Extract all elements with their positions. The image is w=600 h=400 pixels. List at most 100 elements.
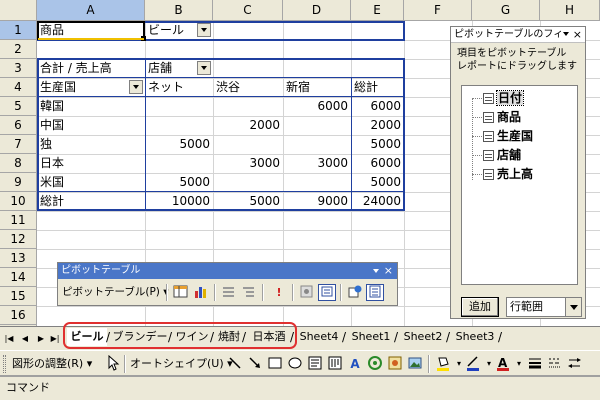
column-header-b[interactable]: B (145, 0, 213, 21)
field-list-close-icon[interactable]: × (573, 27, 582, 43)
cell-e5[interactable]: 6000 (352, 97, 403, 116)
column-header-h[interactable]: H (540, 0, 600, 21)
row-header-9[interactable]: 9 (0, 173, 37, 192)
cell-a3[interactable]: 合計 / 売上高 (38, 59, 144, 78)
row-header-1[interactable]: 1 (0, 21, 37, 40)
cell-c10[interactable]: 5000 (214, 192, 282, 211)
clip-art-icon[interactable] (386, 355, 404, 373)
column-header-f[interactable]: F (404, 0, 472, 21)
cell-a4[interactable]: 生産国 (38, 78, 128, 97)
field-settings-icon[interactable] (298, 284, 316, 301)
dash-style-icon[interactable] (546, 355, 564, 373)
diagram-icon[interactable] (366, 355, 384, 373)
drawing-toolbar[interactable]: 図形の調整(R) ▾ オートシェイプ(U) ▾ A ▾ ▾ A ▾ (0, 350, 600, 376)
row-header-14[interactable]: 14 (0, 268, 37, 287)
cell-b9[interactable]: 5000 (146, 173, 212, 192)
page-field-dropdown[interactable] (197, 23, 211, 37)
pivot-table-menu[interactable]: ピボットテーブル(P) ▾ (62, 284, 169, 301)
cell-b7[interactable]: 5000 (146, 135, 212, 154)
cell-e7[interactable]: 5000 (352, 135, 403, 154)
cell-a10[interactable]: 総計 (38, 192, 144, 211)
pivot-toolbar[interactable]: ピボットテーブル × ピボットテーブル(P) ▾ ! (57, 262, 398, 306)
field-list-toggle-icon[interactable] (366, 284, 384, 301)
cell-a6[interactable]: 中国 (38, 116, 144, 135)
cell-d10[interactable]: 9000 (284, 192, 350, 211)
area-select-dropdown-icon[interactable] (565, 298, 581, 316)
row-header-12[interactable]: 12 (0, 230, 37, 249)
cell-b4[interactable]: ネット (146, 78, 212, 97)
cell-c6[interactable]: 2000 (214, 116, 282, 135)
cell-b3[interactable]: 店舗 (146, 59, 196, 78)
insert-picture-icon[interactable] (406, 355, 424, 373)
pivot-toolbar-close-icon[interactable]: × (384, 263, 393, 279)
row-header-4[interactable]: 4 (0, 78, 37, 97)
last-sheet-icon[interactable]: ▶| (50, 333, 60, 345)
next-sheet-icon[interactable]: ▶ (36, 333, 46, 345)
oval-icon[interactable] (286, 355, 304, 373)
row-header-5[interactable]: 5 (0, 97, 37, 116)
pivot-toolbar-options-icon[interactable] (373, 269, 379, 273)
field-item-date[interactable]: 日付 (472, 89, 525, 107)
column-header-c[interactable]: C (213, 0, 283, 21)
pivot-field-list-pane[interactable]: ピボットテーブルのフィ × 項目をピボットテーブル レポートにドラッグします 日… (450, 26, 586, 319)
cell-d5[interactable]: 6000 (284, 97, 350, 116)
toolbar-grip[interactable] (3, 355, 6, 373)
column-header-e[interactable]: E (351, 0, 404, 21)
row-header-11[interactable]: 11 (0, 211, 37, 230)
row-header-2[interactable]: 2 (0, 40, 37, 59)
tab-sheet3[interactable]: Sheet3 (451, 328, 499, 346)
cell-d4[interactable]: 新宿 (284, 78, 350, 97)
cell-b10[interactable]: 10000 (146, 192, 212, 211)
cell-a9[interactable]: 米国 (38, 173, 144, 192)
vertical-text-box-icon[interactable] (326, 355, 344, 373)
column-header-d[interactable]: D (283, 0, 351, 21)
show-field-list-icon[interactable] (318, 284, 336, 301)
cell-a7[interactable]: 独 (38, 135, 144, 154)
include-hidden-items-icon[interactable] (346, 284, 364, 301)
format-report-icon[interactable] (172, 284, 190, 301)
area-select[interactable]: 行範囲 (506, 297, 582, 317)
prev-sheet-icon[interactable]: ◀ (20, 333, 30, 345)
row-header-10[interactable]: 10 (0, 192, 37, 211)
field-item-country[interactable]: 生産国 (472, 127, 533, 145)
cell-e10[interactable]: 24000 (352, 192, 403, 211)
field-list-options-icon[interactable] (563, 32, 569, 36)
row-header-3[interactable]: 3 (0, 59, 37, 78)
field-list-titlebar[interactable]: ピボットテーブルのフィ × (451, 27, 585, 43)
row-header-7[interactable]: 7 (0, 135, 37, 154)
field-tree[interactable]: 日付 商品 生産国 店舗 売上高 (461, 85, 578, 285)
column-header-a[interactable]: A (37, 0, 145, 21)
select-objects-icon[interactable] (104, 354, 122, 373)
arrow-style-icon[interactable] (566, 355, 584, 373)
text-box-icon[interactable] (306, 355, 324, 373)
arrow-icon[interactable] (246, 355, 264, 373)
hide-detail-icon[interactable] (220, 284, 238, 301)
first-sheet-icon[interactable]: |◀ (4, 333, 14, 345)
row-field-dropdown[interactable] (129, 80, 143, 94)
add-field-button[interactable]: 追加 (461, 297, 499, 317)
cell-c8[interactable]: 3000 (214, 154, 282, 173)
row-header-15[interactable]: 15 (0, 287, 37, 306)
refresh-data-icon[interactable]: ! (270, 284, 288, 301)
cell-e8[interactable]: 6000 (352, 154, 403, 173)
field-item-product[interactable]: 商品 (472, 108, 521, 126)
cell-a5[interactable]: 韓国 (38, 97, 144, 116)
row-header-8[interactable]: 8 (0, 154, 37, 173)
row-header-16[interactable]: 16 (0, 306, 37, 325)
rectangle-icon[interactable] (266, 355, 284, 373)
tab-sheet4[interactable]: Sheet4 (295, 328, 343, 346)
cell-b1[interactable]: ビール (146, 21, 198, 40)
cell-d8[interactable]: 3000 (284, 154, 350, 173)
autoshape-menu[interactable]: オートシェイプ(U) ▾ (130, 355, 233, 372)
wordart-icon[interactable]: A (346, 355, 364, 373)
line-style-icon[interactable] (526, 355, 544, 373)
tab-sheet1[interactable]: Sheet1 (347, 328, 395, 346)
tab-sheet2[interactable]: Sheet2 (399, 328, 447, 346)
column-field-dropdown[interactable] (197, 61, 211, 75)
cell-e6[interactable]: 2000 (352, 116, 403, 135)
chart-wizard-icon[interactable] (192, 284, 210, 301)
show-detail-icon[interactable] (240, 284, 258, 301)
line-icon[interactable] (226, 355, 244, 373)
row-header-6[interactable]: 6 (0, 116, 37, 135)
pivot-toolbar-titlebar[interactable]: ピボットテーブル × (58, 263, 397, 279)
